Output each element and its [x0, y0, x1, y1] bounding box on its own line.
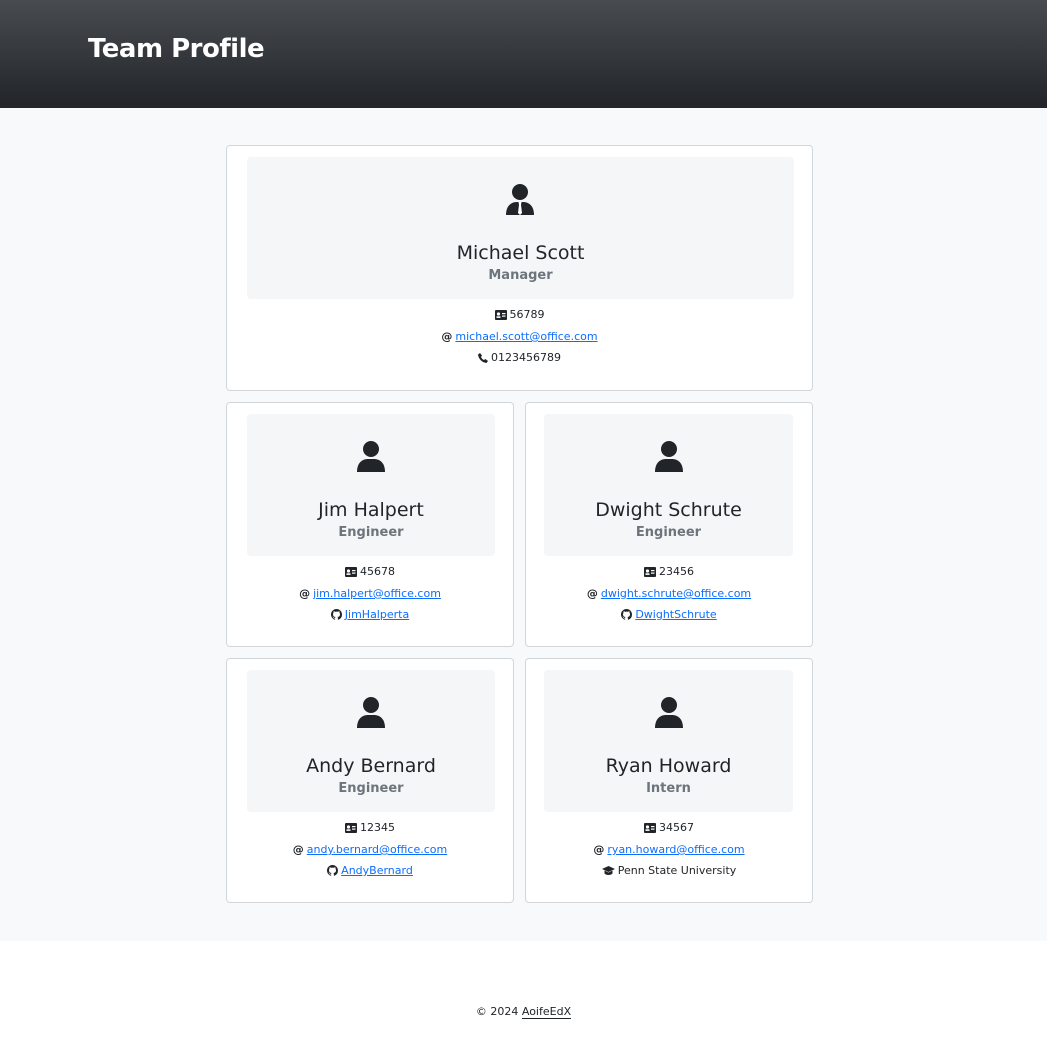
id-card-icon [345, 823, 357, 833]
employee-id: 12345 [227, 821, 513, 835]
email-link[interactable]: ryan.howard@office.com [607, 843, 744, 856]
employee-id: 56789 [227, 308, 812, 322]
employee-phone: 0123456789 [227, 351, 812, 365]
engineer-card: Andy Bernard Engineer 12345 @ andy.bernar… [226, 658, 514, 903]
user-icon [655, 441, 683, 472]
engineer-card: Jim Halpert Engineer 45678 @ jim.halpert@… [226, 402, 514, 647]
employee-name: Ryan Howard [605, 755, 732, 777]
id-card-icon [644, 567, 656, 577]
employee-email: @ ryan.howard@office.com [526, 843, 812, 857]
phone-icon [478, 353, 488, 363]
employee-github: AndyBernard [227, 864, 513, 878]
email-link[interactable]: andy.bernard@office.com [307, 843, 447, 856]
at-icon: @ [441, 330, 453, 343]
employee-id-value: 12345 [360, 821, 395, 834]
card-header: Jim Halpert Engineer [247, 414, 495, 556]
id-card-icon [494, 310, 507, 320]
employee-role: Intern [646, 781, 691, 796]
employee-role: Manager [488, 268, 553, 283]
user-tie-icon [506, 184, 534, 215]
id-card-icon [345, 567, 357, 577]
employee-email: @ andy.bernard@office.com [227, 843, 513, 857]
user-icon [655, 697, 683, 728]
page-title: Team Profile [88, 34, 265, 64]
github-link[interactable]: AndyBernard [341, 864, 413, 877]
at-icon: @ [593, 843, 605, 856]
employee-id: 23456 [526, 565, 812, 579]
phone-value: 0123456789 [491, 351, 561, 364]
page-header: Team Profile [0, 0, 1047, 108]
employee-github: DwightSchrute [526, 608, 812, 622]
at-icon: @ [292, 843, 304, 856]
email-link[interactable]: jim.halpert@office.com [313, 587, 441, 600]
copyright-text: © 2024 [475, 1005, 519, 1018]
github-link[interactable]: DwightSchrute [635, 608, 716, 621]
school-value: Penn State University [617, 864, 737, 877]
card-header: Dwight Schrute Engineer [544, 414, 793, 556]
author-link[interactable]: AoifeEdX [521, 1005, 572, 1019]
team-grid: Michael Scott Manager 56789 @ michael.sco… [0, 108, 1047, 941]
intern-card: Ryan Howard Intern 34567 @ ryan.howard@of… [525, 658, 813, 903]
employee-role: Engineer [635, 525, 702, 540]
at-icon: @ [586, 587, 598, 600]
manager-card: Michael Scott Manager 56789 @ michael.sco… [226, 145, 813, 391]
employee-id-value: 56789 [509, 308, 545, 321]
employee-role: Engineer [338, 781, 404, 796]
user-icon [357, 441, 385, 472]
employee-id-value: 45678 [360, 565, 395, 578]
at-icon: @ [299, 587, 311, 600]
github-icon [327, 865, 339, 876]
employee-email: @ dwight.schrute@office.com [526, 587, 812, 601]
employee-id-value: 34567 [659, 821, 694, 834]
employee-github: JimHalperta [227, 608, 513, 622]
employee-name: Michael Scott [456, 242, 585, 264]
employee-email: @ michael.scott@office.com [227, 330, 812, 344]
employee-id-value: 23456 [659, 565, 694, 578]
page-footer: © 2024 AoifeEdX [0, 1005, 1047, 1019]
email-link[interactable]: michael.scott@office.com [455, 330, 597, 343]
employee-name: Jim Halpert [318, 499, 424, 521]
github-icon [330, 609, 342, 620]
employee-role: Engineer [338, 525, 404, 540]
employee-id: 45678 [227, 565, 513, 579]
card-header: Michael Scott Manager [247, 157, 794, 299]
email-link[interactable]: dwight.schrute@office.com [601, 587, 751, 600]
employee-name: Andy Bernard [306, 755, 436, 777]
github-icon [621, 609, 633, 620]
card-header: Andy Bernard Engineer [247, 670, 495, 812]
graduation-cap-icon [601, 866, 615, 875]
employee-email: @ jim.halpert@office.com [227, 587, 513, 601]
employee-id: 34567 [526, 821, 812, 835]
id-card-icon [644, 823, 656, 833]
card-header: Ryan Howard Intern [544, 670, 793, 812]
employee-school: Penn State University [526, 864, 812, 878]
engineer-card: Dwight Schrute Engineer 23456 @ dwight.sc… [525, 402, 813, 647]
employee-name: Dwight Schrute [595, 499, 742, 521]
user-icon [357, 697, 385, 728]
github-link[interactable]: JimHalperta [345, 608, 409, 621]
